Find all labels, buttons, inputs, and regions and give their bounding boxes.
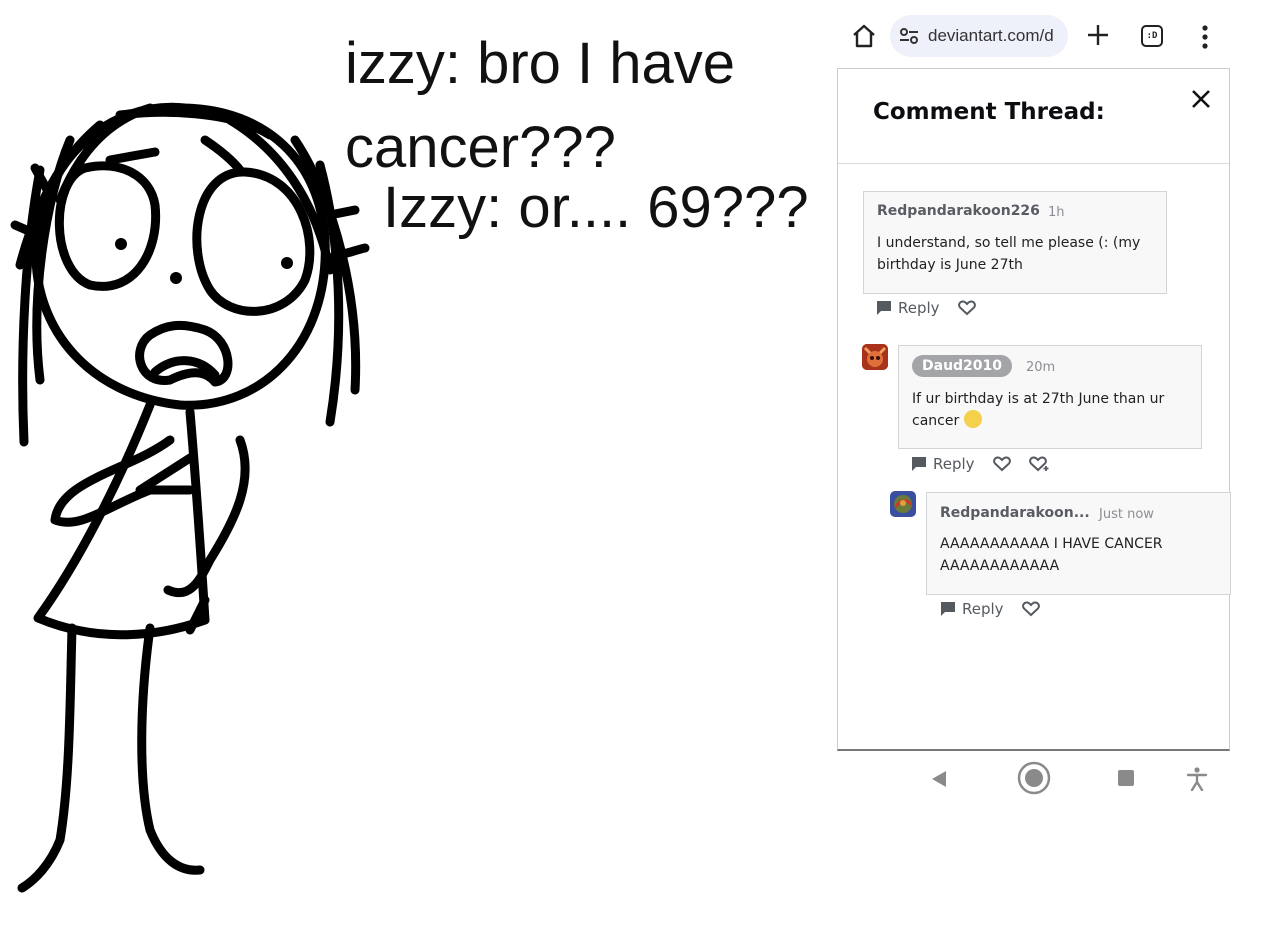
comment-text: AAAAAAAAAAA I HAVE CANCER AAAAAAAAAAAA <box>940 536 1163 574</box>
url-text: deviantart.com/d <box>928 26 1054 45</box>
favourite-icon[interactable] <box>957 300 976 316</box>
comment-time: Just now <box>1099 507 1154 522</box>
comment-text: If ur birthday is at 27th June than ur c… <box>912 388 1194 432</box>
site-settings-icon[interactable] <box>898 25 920 47</box>
comment-card: Redpandarakoon226 1h I understand, so te… <box>863 191 1167 294</box>
home-circle-icon[interactable] <box>1017 761 1051 795</box>
comment-text-content: If ur birthday is at 27th June than ur c… <box>912 391 1165 429</box>
accessibility-icon[interactable] <box>1186 767 1208 791</box>
comment-thread-panel: Comment Thread: Redpandarakoon226 1h I u… <box>837 68 1231 751</box>
avatar[interactable] <box>862 344 888 370</box>
browser-toolbar: deviantart.com/d :D <box>836 0 1230 70</box>
avatar-image <box>862 344 888 370</box>
comment-actions: Reply <box>911 455 1049 473</box>
comment-actions: Reply <box>940 600 1040 618</box>
comment-icon <box>877 301 891 315</box>
plus-icon[interactable] <box>1085 22 1111 48</box>
meme-caption-2: Izzy: or.... 69??? <box>383 175 809 240</box>
more-vert-icon[interactable] <box>1195 24 1215 50</box>
tabs-icon[interactable]: :D <box>1141 25 1163 47</box>
reply-button[interactable]: Reply <box>911 455 975 473</box>
comment-actions: Reply <box>876 299 976 317</box>
comment-card: Daud2010 20m If ur birthday is at 27th J… <box>898 345 1202 449</box>
cancer-zodiac-emoji-icon <box>963 410 982 428</box>
comment-author[interactable]: Redpandarakoon... <box>940 505 1090 521</box>
give-badge-icon[interactable] <box>1028 456 1049 472</box>
comment-author[interactable]: Daud2010 <box>912 355 1013 377</box>
reply-button[interactable]: Reply <box>876 299 940 317</box>
meme-caption-1: izzy: bro I have cancer??? <box>345 31 736 180</box>
address-bar[interactable]: deviantart.com/d <box>890 15 1068 57</box>
divider <box>838 163 1229 164</box>
reply-label: Reply <box>898 299 940 317</box>
favourite-icon[interactable] <box>992 456 1011 472</box>
tabs-icon-label: :D <box>1146 31 1158 41</box>
comment-icon <box>941 602 955 616</box>
comment-time: 20m <box>1026 360 1056 375</box>
reply-label: Reply <box>962 600 1004 618</box>
comment-time: 1h <box>1048 205 1065 220</box>
reply-button[interactable]: Reply <box>940 600 1004 618</box>
home-icon[interactable] <box>850 22 878 50</box>
comment-author[interactable]: Redpandarakoon226 <box>877 203 1040 219</box>
avatar[interactable] <box>890 491 916 517</box>
stick-figure-drawing <box>10 102 370 893</box>
panel-title: Comment Thread: <box>873 99 1105 125</box>
avatar-image <box>890 491 916 517</box>
reply-label: Reply <box>933 455 975 473</box>
favourite-icon[interactable] <box>1021 601 1040 617</box>
comment-text: I understand, so tell me please (: (my b… <box>877 235 1141 273</box>
comment-icon <box>912 457 926 471</box>
back-icon[interactable] <box>930 770 948 788</box>
system-navigation-bar <box>900 760 1230 800</box>
recents-icon[interactable] <box>1117 769 1135 787</box>
close-icon[interactable] <box>1188 86 1214 112</box>
comment-card: Redpandarakoon... Just now AAAAAAAAAAA I… <box>926 492 1231 595</box>
